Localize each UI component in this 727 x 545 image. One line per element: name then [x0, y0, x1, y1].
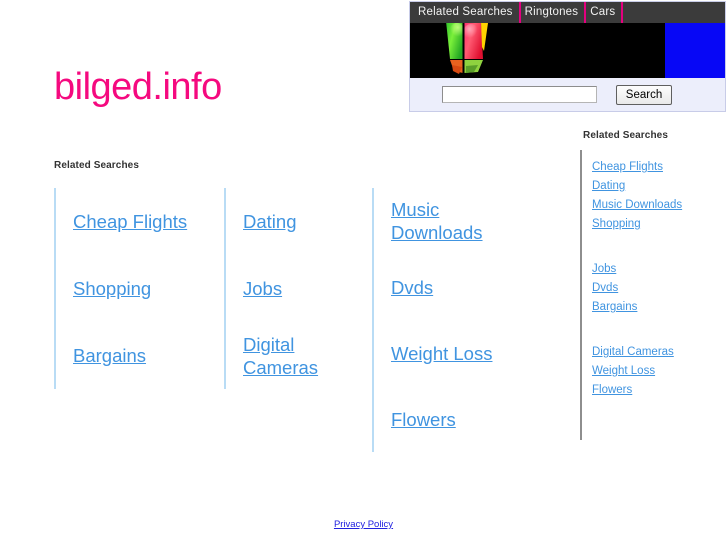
sidebar-link-dating[interactable]: Dating	[592, 177, 722, 196]
sidebar-group-2: Jobs Dvds Bargains	[592, 260, 722, 317]
grid-cell[interactable]: Flowers	[372, 386, 500, 452]
sidebar-link-cheap-flights[interactable]: Cheap Flights	[592, 158, 722, 177]
sidebar-link-music-downloads[interactable]: Music Downloads	[592, 196, 722, 215]
footer: Privacy Policy	[0, 514, 727, 532]
sidebar-divider	[580, 150, 582, 440]
link-flowers[interactable]: Flowers	[391, 408, 456, 431]
related-searches-grid: Cheap Flights Shopping Bargains Dating J…	[54, 188, 500, 452]
grid-column-3: Music Downloads Dvds Weight Loss Flowers	[372, 188, 500, 452]
sidebar-group-1: Cheap Flights Dating Music Downloads Sho…	[592, 158, 722, 234]
ad-banner: Related Searches Ringtones Cars Search	[409, 1, 726, 112]
grid-cell[interactable]: Digital Cameras	[224, 322, 372, 389]
main-related-searches-heading: Related Searches	[54, 160, 139, 171]
grid-cell[interactable]: Music Downloads	[372, 188, 500, 254]
link-weight-loss[interactable]: Weight Loss	[391, 342, 492, 365]
ad-tab-cars[interactable]: Cars	[586, 2, 624, 23]
grid-cell[interactable]: Shopping	[54, 255, 224, 322]
link-cheap-flights[interactable]: Cheap Flights	[73, 210, 187, 233]
link-dvds[interactable]: Dvds	[391, 276, 433, 299]
sidebar-links: Cheap Flights Dating Music Downloads Sho…	[592, 158, 722, 400]
grid-cell[interactable]: Jobs	[224, 255, 372, 322]
link-bargains[interactable]: Bargains	[73, 344, 146, 367]
lantern-icon	[446, 23, 488, 74]
ad-tab-ringtones[interactable]: Ringtones	[521, 2, 587, 23]
ad-media-area[interactable]	[410, 23, 725, 78]
sidebar-link-jobs[interactable]: Jobs	[592, 260, 722, 279]
link-shopping[interactable]: Shopping	[73, 277, 151, 300]
ad-tab-related-searches[interactable]: Related Searches	[414, 2, 521, 23]
sidebar-link-flowers[interactable]: Flowers	[592, 381, 722, 400]
sidebar-link-digital-cameras[interactable]: Digital Cameras	[592, 343, 722, 362]
ad-tab-bar: Related Searches Ringtones Cars	[410, 2, 725, 23]
sidebar-link-shopping[interactable]: Shopping	[592, 215, 722, 234]
grid-cell[interactable]: Weight Loss	[372, 320, 500, 386]
grid-cell[interactable]: Dating	[224, 188, 372, 255]
page-title: bilged.info	[54, 66, 222, 108]
grid-column-2: Dating Jobs Digital Cameras	[224, 188, 372, 452]
grid-cell[interactable]: Dvds	[372, 254, 500, 320]
ad-search-input[interactable]	[442, 86, 597, 103]
link-jobs[interactable]: Jobs	[243, 277, 282, 300]
link-digital-cameras[interactable]: Digital Cameras	[243, 333, 372, 379]
link-music-downloads[interactable]: Music Downloads	[391, 198, 500, 244]
sidebar-related-searches-heading: Related Searches	[583, 130, 668, 141]
ad-media-blue-panel	[665, 23, 725, 78]
grid-cell[interactable]: Bargains	[54, 322, 224, 389]
sidebar-link-weight-loss[interactable]: Weight Loss	[592, 362, 722, 381]
ad-search-button[interactable]: Search	[616, 84, 672, 105]
grid-column-1: Cheap Flights Shopping Bargains	[54, 188, 224, 452]
sidebar-link-bargains[interactable]: Bargains	[592, 298, 722, 317]
sidebar-link-dvds[interactable]: Dvds	[592, 279, 722, 298]
link-dating[interactable]: Dating	[243, 210, 296, 233]
grid-cell[interactable]: Cheap Flights	[54, 188, 224, 255]
sidebar-group-3: Digital Cameras Weight Loss Flowers	[592, 343, 722, 400]
ad-search-row: Search	[410, 78, 725, 111]
privacy-policy-link[interactable]: Privacy Policy	[334, 519, 393, 530]
